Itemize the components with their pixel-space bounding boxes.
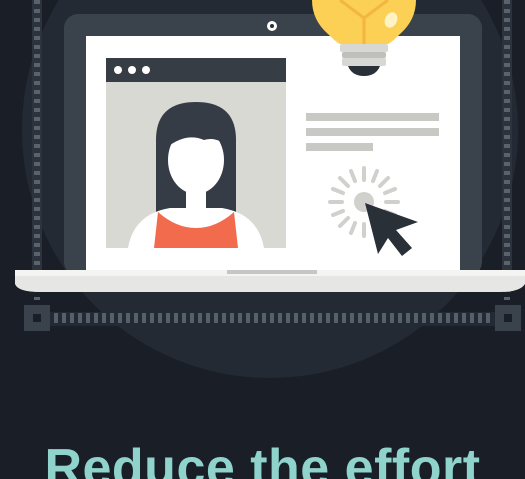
laptop-illustration	[15, 0, 525, 378]
laptop-base	[15, 270, 525, 292]
window-dot-3	[142, 66, 150, 74]
trackpad-notch	[227, 270, 317, 274]
window-dot-1	[114, 66, 122, 74]
profile-window	[106, 58, 286, 248]
right-dashed-rail	[502, 0, 512, 300]
window-dot-2	[128, 66, 136, 74]
hero-stage: Reduce the effort	[0, 0, 525, 479]
headline-text: Reduce the effort	[44, 439, 481, 479]
left-dashed-rail	[32, 0, 42, 300]
